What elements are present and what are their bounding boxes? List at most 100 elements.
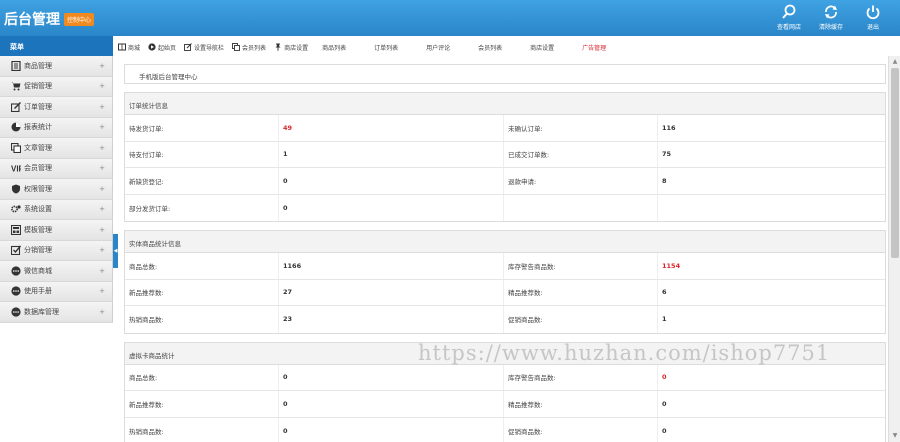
- stat-label: [504, 194, 658, 221]
- vertical-scrollbar[interactable]: ▲ ▼: [888, 56, 900, 442]
- stat-value: 0: [662, 399, 667, 408]
- toolbar-link-user-comments[interactable]: 用户评论: [426, 43, 450, 52]
- more-icon: [11, 286, 21, 296]
- stat-value: 27: [279, 279, 504, 305]
- scroll-down-arrow-icon[interactable]: ▼: [891, 432, 899, 440]
- view-store-label: 查看网店: [776, 24, 801, 31]
- sidebar-item-label: 商品管理: [24, 61, 52, 70]
- toolbar-link-member-list[interactable]: 会员列表: [478, 43, 502, 52]
- refresh-icon: [825, 5, 837, 19]
- sidebar-item[interactable]: VIP会员管理 +: [0, 158, 113, 179]
- check-icon: [11, 245, 21, 256]
- stat-value: 23: [279, 306, 504, 333]
- expand-plus-icon[interactable]: +: [99, 185, 105, 193]
- sidebar-item-label: 权限管理: [24, 184, 52, 193]
- sidebar-item-label: 报表统计: [24, 123, 52, 132]
- expand-plus-icon[interactable]: +: [99, 164, 105, 172]
- scroll-thumb[interactable]: [891, 68, 899, 258]
- table-row: 待支付订单: 1 已成交订单数: 75: [125, 141, 885, 168]
- sidebar-item[interactable]: 商品管理 +: [0, 56, 113, 77]
- quick-toolbar: 商城 起始页 设置导航栏 会员列表 商店设置 商品列表 订单列表 用户评论 会员…: [118, 38, 900, 56]
- stat-label: 退款申请:: [504, 168, 658, 194]
- sidebar-item[interactable]: 微信商城 +: [0, 261, 113, 282]
- sidebar-item[interactable]: 促销管理 +: [0, 76, 113, 97]
- panel-title: 订单统计信息: [125, 93, 885, 115]
- clear-cache-label: 清除缓存: [818, 24, 843, 31]
- sidebar-item-label: 分销管理: [24, 246, 52, 255]
- sidebar-item[interactable]: 模板管理 +: [0, 220, 113, 241]
- sidebar-collapse-toggle[interactable]: ◀: [113, 234, 118, 268]
- stat-value: 0: [279, 364, 504, 390]
- toolbar-link-store-settings[interactable]: 商店设置: [530, 43, 554, 52]
- logout-button[interactable]: 退出: [852, 4, 894, 34]
- stat-value: 0: [279, 417, 504, 442]
- expand-plus-icon[interactable]: +: [99, 246, 105, 254]
- sidebar-item[interactable]: 数据库管理 +: [0, 302, 113, 323]
- expand-plus-icon[interactable]: +: [99, 205, 105, 213]
- toolbar-link-product-list[interactable]: 商品列表: [322, 43, 346, 52]
- sidebar-item[interactable]: 使用手册 +: [0, 281, 113, 302]
- logout-label: 退出: [866, 24, 879, 31]
- power-icon: [866, 5, 880, 20]
- stat-value: 1154: [662, 261, 681, 270]
- stat-value: 1: [662, 315, 667, 324]
- cart-icon: [11, 81, 21, 91]
- stat-label: 精品推荐数:: [504, 391, 658, 417]
- toolbar-item-shop[interactable]: 商城: [118, 43, 140, 52]
- table-row: 待发货订单: 49 未确认订单: 116: [125, 115, 885, 142]
- stat-value: 0: [279, 391, 504, 417]
- sidebar-title: 菜单: [0, 36, 113, 56]
- table-row: 商品总数: 1166 库存警告商品数: 1154: [125, 253, 885, 280]
- stat-label: 商品总数:: [125, 253, 279, 279]
- main-content: 手机版后台管理中心 订单统计信息 待发货订单: 49 未确认订单: 116 待支付订单: 1…: [124, 64, 886, 442]
- toolbar-link-ad-management[interactable]: 广告管理: [582, 43, 606, 52]
- sidebar-item[interactable]: 系统设置 +: [0, 199, 113, 220]
- sidebar-item-label: 促销管理: [24, 82, 52, 91]
- toolbar-item-home[interactable]: 起始页: [148, 43, 176, 52]
- stats-panels: 订单统计信息 待发货订单: 49 未确认订单: 116 待支付订单: 1 已成交订单数: 75 新…: [124, 92, 886, 442]
- stat-label: 未确认订单:: [504, 115, 658, 141]
- toolbar-item-member-list[interactable]: 会员列表: [232, 43, 266, 52]
- stat-label: 新品推荐数:: [125, 391, 279, 417]
- clear-cache-button[interactable]: 清除缓存: [810, 4, 852, 34]
- stat-label: 热销商品数:: [125, 306, 279, 333]
- stat-label: 部分发货订单:: [125, 194, 279, 221]
- sidebar-item-label: 数据库管理: [24, 307, 59, 316]
- stat-label: 新缺货登记:: [125, 168, 279, 194]
- stat-value: 0: [279, 168, 504, 194]
- stat-value: 0: [279, 194, 504, 221]
- breadcrumb: 手机版后台管理中心: [124, 64, 886, 84]
- stat-label: 待发货订单:: [125, 115, 279, 141]
- table-row: 部分发货订单: 0: [125, 194, 885, 222]
- sidebar-item[interactable]: 分销管理 +: [0, 240, 113, 261]
- sidebar-item[interactable]: 订单管理 +: [0, 97, 113, 118]
- stat-value: 6: [662, 288, 667, 297]
- stat-value: [658, 195, 885, 222]
- sidebar-item-label: 文章管理: [24, 143, 52, 152]
- expand-plus-icon[interactable]: +: [99, 62, 105, 70]
- expand-plus-icon[interactable]: +: [99, 144, 105, 152]
- toolbar-link-order-list[interactable]: 订单列表: [374, 43, 398, 52]
- app-title: 后台管理: [4, 12, 60, 28]
- table-row: 热销商品数: 0 促销商品数: 0: [125, 417, 885, 442]
- toolbar-item-nav-settings[interactable]: 设置导航栏: [184, 43, 224, 52]
- sidebar-item-label: 系统设置: [24, 205, 52, 214]
- sidebar-item[interactable]: 文章管理 +: [0, 138, 113, 159]
- view-store-button[interactable]: 查看网店: [768, 4, 810, 34]
- scroll-up-arrow-icon[interactable]: ▲: [891, 58, 899, 66]
- expand-plus-icon[interactable]: +: [99, 226, 105, 234]
- toolbar-item-store-settings[interactable]: 商店设置: [274, 43, 308, 52]
- expand-plus-icon[interactable]: +: [99, 123, 105, 131]
- expand-plus-icon[interactable]: +: [99, 82, 105, 90]
- expand-plus-icon[interactable]: +: [99, 103, 105, 111]
- sidebar-item[interactable]: 权限管理 +: [0, 179, 113, 200]
- stat-value: 49: [279, 115, 504, 141]
- expand-plus-icon[interactable]: +: [99, 267, 105, 275]
- sidebar-item[interactable]: 报表统计 +: [0, 117, 113, 138]
- pin-icon: [275, 43, 281, 51]
- play-icon: [148, 43, 156, 51]
- stat-label: 精品推荐数:: [504, 279, 658, 305]
- stat-label: 商品总数:: [125, 364, 279, 390]
- expand-plus-icon[interactable]: +: [99, 287, 105, 295]
- expand-plus-icon[interactable]: +: [99, 308, 105, 316]
